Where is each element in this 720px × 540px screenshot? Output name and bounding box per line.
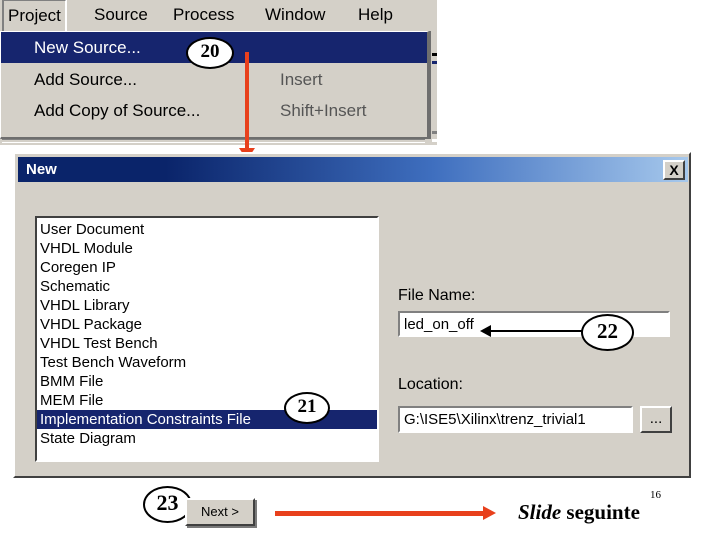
list-item[interactable]: VHDL Package bbox=[37, 315, 377, 334]
source-type-listbox[interactable]: User Document VHDL Module Coregen IP Sch… bbox=[35, 216, 379, 462]
new-source-dialog: New X User Document VHDL Module Coregen … bbox=[13, 152, 691, 478]
ise-menu-window: Project Source Process Window Help New S… bbox=[0, 0, 437, 145]
list-item[interactable]: User Document bbox=[37, 220, 377, 239]
location-input[interactable]: G:\ISE5\Xilinx\trenz_trivial1 bbox=[398, 406, 633, 433]
arrow-to-file-name-shaft bbox=[490, 330, 585, 332]
list-item[interactable]: VHDL Test Bench bbox=[37, 334, 377, 353]
arrow-to-slide-next-shaft bbox=[275, 511, 485, 516]
list-item[interactable]: Coregen IP bbox=[37, 258, 377, 277]
callout-22: 22 bbox=[581, 314, 634, 351]
menu-bar: Project Source Process Window Help bbox=[0, 0, 437, 33]
file-name-label: File Name: bbox=[398, 287, 476, 304]
location-value: G:\ISE5\Xilinx\trenz_trivial1 bbox=[404, 411, 586, 428]
list-item[interactable]: Test Bench Waveform bbox=[37, 353, 377, 372]
menu-project[interactable]: Project bbox=[2, 0, 67, 33]
callout-21: 21 bbox=[284, 392, 330, 424]
menu-item-add-copy-of-source-shortcut: Shift+Insert bbox=[280, 101, 367, 120]
close-icon[interactable]: X bbox=[663, 160, 685, 180]
arrow-to-slide-next-head bbox=[483, 506, 496, 520]
menu-source[interactable]: Source bbox=[88, 1, 154, 29]
file-name-value: led_on_off bbox=[404, 316, 474, 333]
list-item[interactable]: VHDL Library bbox=[37, 296, 377, 315]
menu-separator bbox=[2, 139, 425, 143]
list-item[interactable]: VHDL Module bbox=[37, 239, 377, 258]
arrow-to-file-name-head bbox=[480, 325, 491, 337]
slide-next-label: Slide seguinte bbox=[518, 500, 640, 525]
list-item[interactable]: Schematic bbox=[37, 277, 377, 296]
menu-item-add-copy-of-source-label: Add Copy of Source... bbox=[34, 101, 201, 120]
menu-help[interactable]: Help bbox=[352, 1, 399, 29]
browse-button[interactable]: ... bbox=[640, 406, 672, 433]
menu-window[interactable]: Window bbox=[259, 1, 331, 29]
location-label: Location: bbox=[398, 376, 463, 393]
menu-item-new-source-label: New Source... bbox=[34, 38, 141, 57]
app-background-sliver bbox=[429, 31, 437, 142]
callout-20: 20 bbox=[186, 37, 234, 69]
slide-next-regular: seguinte bbox=[561, 500, 640, 524]
arrow-menu-to-dialog-shaft bbox=[245, 52, 249, 152]
menu-item-add-copy-of-source[interactable]: Add Copy of Source... Shift+Insert bbox=[1, 95, 427, 126]
dialog-title: New bbox=[26, 161, 57, 178]
slide-next-italic: Slide bbox=[518, 500, 562, 524]
menu-item-add-source-shortcut: Insert bbox=[280, 70, 323, 89]
dialog-title-bar: New X bbox=[18, 157, 688, 182]
list-item[interactable]: BMM File bbox=[37, 372, 377, 391]
menu-item-add-source-label: Add Source... bbox=[34, 70, 138, 89]
page-number: 16 bbox=[650, 489, 661, 501]
menu-process[interactable]: Process bbox=[167, 1, 240, 29]
list-item[interactable]: State Diagram bbox=[37, 429, 377, 448]
next-button[interactable]: Next > bbox=[185, 498, 255, 526]
